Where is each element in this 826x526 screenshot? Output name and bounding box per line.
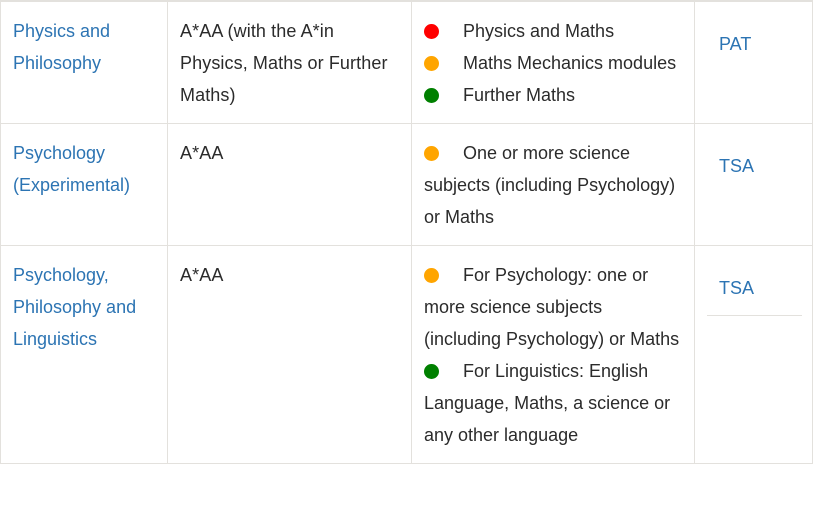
requirement-item: Maths Mechanics modules bbox=[424, 47, 684, 79]
requirement-item: One or more science subjects (including … bbox=[424, 137, 684, 233]
table-row: Psychology, Philosophy and Linguistics A*… bbox=[0, 245, 813, 464]
grades-cell: A*AA bbox=[167, 123, 412, 246]
subject-requirements-cell: Physics and Maths Maths Mechanics modules… bbox=[411, 1, 695, 124]
green-bullet-icon bbox=[424, 88, 439, 103]
admissions-test-value: PAT bbox=[707, 15, 802, 72]
orange-bullet-icon bbox=[424, 268, 439, 283]
requirement-item: For Psychology: one or more science subj… bbox=[424, 259, 684, 355]
requirements-table-viewport: Physics and Philosophy A*AA (with the A*i… bbox=[0, 0, 826, 526]
green-bullet-icon bbox=[424, 364, 439, 379]
requirement-text: Physics and Maths bbox=[463, 21, 615, 41]
admissions-test-cell: PAT bbox=[694, 1, 813, 124]
course-link[interactable]: Psychology, Philosophy and Linguistics bbox=[13, 265, 136, 349]
admissions-test-value: TSA bbox=[707, 137, 802, 194]
requirement-list: For Psychology: one or more science subj… bbox=[424, 259, 684, 451]
course-name-cell: Physics and Philosophy bbox=[0, 1, 168, 124]
requirement-list: One or more science subjects (including … bbox=[424, 137, 684, 233]
orange-bullet-icon bbox=[424, 146, 439, 161]
requirement-text: Maths Mechanics modules bbox=[463, 53, 677, 73]
admissions-test-cell: TSA bbox=[694, 245, 813, 464]
requirement-text: For Psychology: one or more science subj… bbox=[424, 265, 680, 349]
requirement-list: Physics and Maths Maths Mechanics modules… bbox=[424, 15, 684, 111]
grades-cell: A*AA bbox=[167, 245, 412, 464]
admissions-test-value: TSA bbox=[707, 259, 802, 316]
admissions-test-link[interactable]: TSA bbox=[719, 156, 754, 176]
course-link[interactable]: Physics and Philosophy bbox=[13, 21, 110, 73]
requirement-item: Further Maths bbox=[424, 79, 684, 111]
admissions-test-link[interactable]: TSA bbox=[719, 278, 754, 298]
subject-requirements-cell: For Psychology: one or more science subj… bbox=[411, 245, 695, 464]
course-link[interactable]: Psychology (Experimental) bbox=[13, 143, 130, 195]
red-bullet-icon bbox=[424, 24, 439, 39]
table-body: Physics and Philosophy A*AA (with the A*i… bbox=[0, 1, 813, 464]
requirement-text: For Linguistics: English Language, Maths… bbox=[424, 361, 671, 445]
table-row: Psychology (Experimental) A*AA One or more… bbox=[0, 123, 813, 246]
course-name-cell: Psychology (Experimental) bbox=[0, 123, 168, 246]
table-row: Physics and Philosophy A*AA (with the A*i… bbox=[0, 1, 813, 124]
grades-cell: A*AA (with the A*in Physics, Maths or Fu… bbox=[167, 1, 412, 124]
orange-bullet-icon bbox=[424, 56, 439, 71]
requirement-text: One or more science subjects (including … bbox=[424, 143, 676, 227]
requirement-item: For Linguistics: English Language, Maths… bbox=[424, 355, 684, 451]
requirement-text: Further Maths bbox=[463, 85, 576, 105]
course-requirements-table: Physics and Philosophy A*AA (with the A*i… bbox=[0, 0, 813, 464]
admissions-test-cell: TSA bbox=[694, 123, 813, 246]
course-name-cell: Psychology, Philosophy and Linguistics bbox=[0, 245, 168, 464]
admissions-test-link[interactable]: PAT bbox=[719, 34, 751, 54]
subject-requirements-cell: One or more science subjects (including … bbox=[411, 123, 695, 246]
requirement-item: Physics and Maths bbox=[424, 15, 684, 47]
